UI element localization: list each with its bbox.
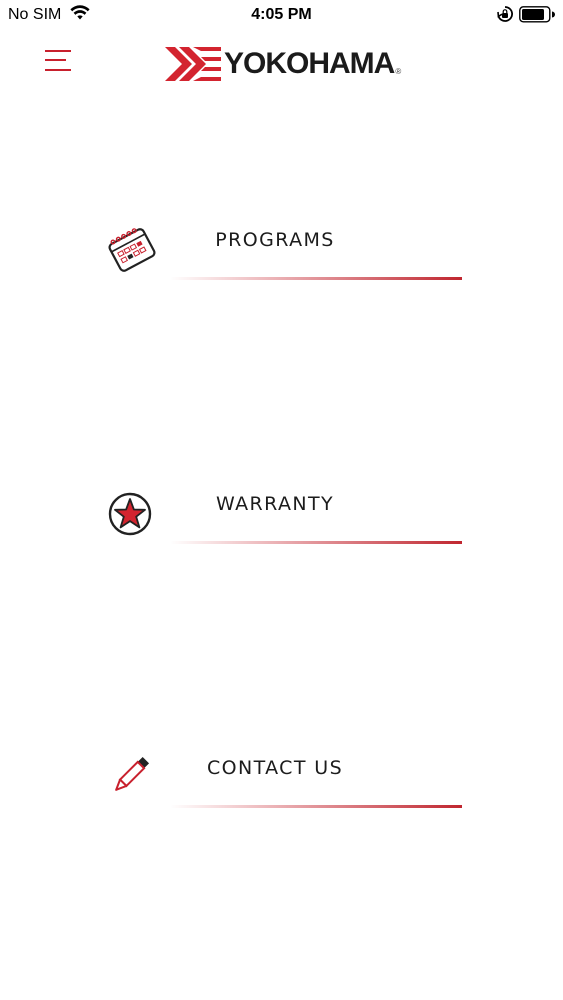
- menu-item-label: WARRANTY: [216, 493, 335, 515]
- menu-item-contact-us[interactable]: CONTACT US: [100, 748, 470, 818]
- menu-item-underline: [170, 805, 462, 808]
- hamburger-menu-icon: [45, 50, 71, 71]
- menu-item-underline: [170, 541, 462, 544]
- menu-button[interactable]: [40, 46, 76, 78]
- menu-item-label: PROGRAMS: [215, 229, 335, 251]
- registered-mark: ®: [395, 67, 402, 76]
- battery-icon: [519, 6, 555, 23]
- status-bar: No SIM 4:05 PM: [0, 0, 563, 30]
- star-badge-icon: [108, 492, 152, 536]
- menu-item-warranty[interactable]: WARRANTY: [100, 484, 470, 554]
- brand-name: YOKOHAMA: [224, 47, 395, 80]
- menu-item-label: CONTACT US: [206, 757, 344, 779]
- yokohama-logo-icon: [165, 47, 221, 81]
- menu-item-programs[interactable]: PROGRAMS: [100, 220, 470, 290]
- orientation-lock-icon: [497, 6, 513, 22]
- calendar-icon: [108, 228, 156, 272]
- brand-logo: YOKOHAMA ®: [165, 46, 401, 82]
- pencil-icon: [115, 756, 150, 791]
- menu-item-underline: [170, 277, 462, 280]
- status-time: 4:05 PM: [251, 6, 312, 23]
